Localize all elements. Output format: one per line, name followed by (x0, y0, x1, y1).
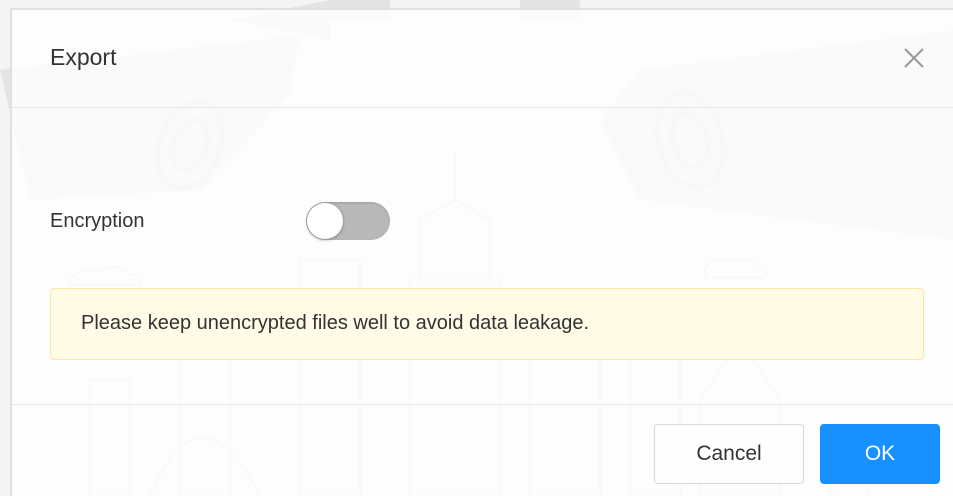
close-icon (904, 48, 924, 68)
dialog-title: Export (50, 44, 117, 70)
dialog-header: Export (12, 10, 953, 108)
footer-divider (12, 404, 953, 405)
encryption-toggle[interactable] (306, 202, 390, 240)
cancel-button[interactable]: Cancel (654, 424, 804, 484)
warning-alert: Please keep unencrypted files well to av… (50, 288, 924, 360)
close-button[interactable] (902, 46, 926, 70)
encryption-label: Encryption (50, 210, 145, 232)
toggle-knob (307, 203, 343, 239)
alert-message: Please keep unencrypted files well to av… (81, 312, 590, 334)
export-dialog: Export Encryption Please keep unencrypte… (10, 8, 953, 496)
ok-button[interactable]: OK (820, 424, 940, 484)
